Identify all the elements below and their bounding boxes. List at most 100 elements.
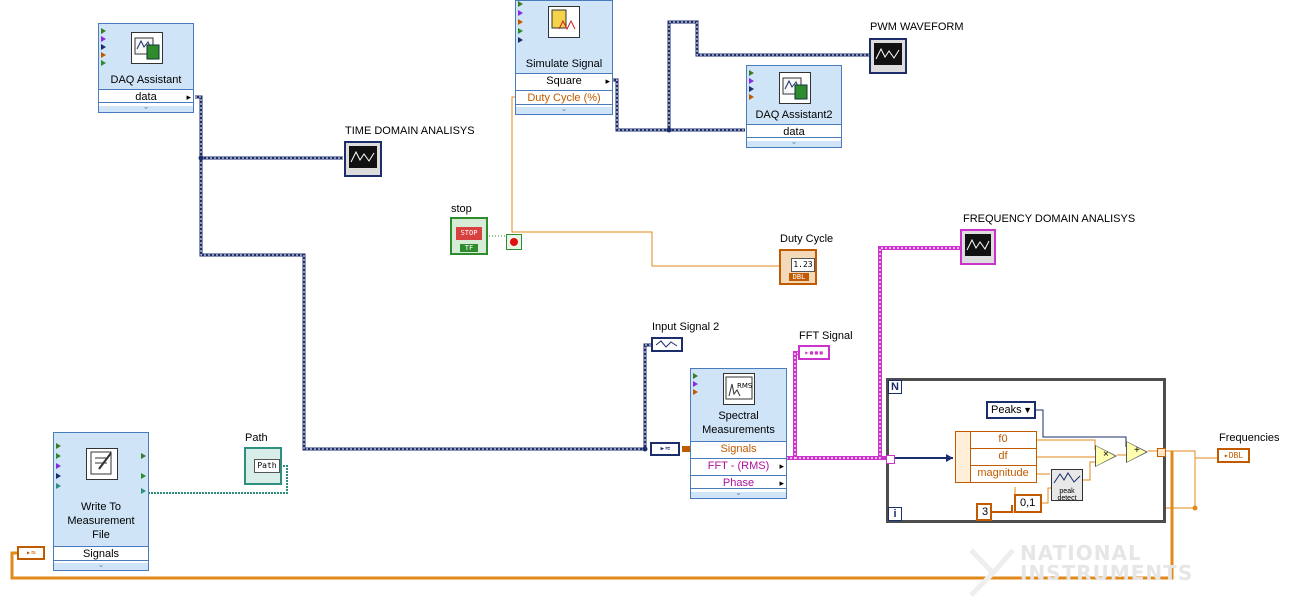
input-terminal[interactable] — [518, 10, 523, 16]
dynamic-conversion-node[interactable]: ▸≈ — [650, 442, 680, 456]
peaks-enum-value: Peaks — [991, 404, 1022, 416]
ni-watermark: NATIONAL INSTRUMENTS — [1020, 543, 1193, 583]
input-terminal[interactable] — [749, 78, 754, 84]
tf-tag: TF — [460, 244, 478, 252]
input-terminal[interactable] — [101, 36, 106, 42]
stop-label: stop — [451, 203, 472, 215]
node-title: DAQ Assistant2 — [755, 109, 833, 121]
time-domain-label: TIME DOMAIN ANALISYS — [345, 125, 475, 137]
path-label: Path — [245, 432, 268, 444]
input-terminal[interactable] — [749, 70, 754, 76]
signal-type-row[interactable]: Square — [516, 73, 612, 90]
input-terminal[interactable] — [693, 389, 698, 395]
signals-input[interactable]: Signals — [691, 441, 786, 458]
node-title: DAQ Assistant — [110, 74, 182, 86]
input-terminal[interactable] — [101, 28, 106, 34]
fft-signal-indicator[interactable]: ▸▪▪▪ — [798, 345, 830, 360]
input-terminal[interactable] — [56, 463, 61, 469]
input-terminal[interactable] — [56, 453, 61, 459]
duty-cycle-control[interactable]: 1.23 DBL — [779, 249, 817, 285]
multiply-node[interactable]: × — [1095, 445, 1117, 467]
path-display: Path — [254, 459, 280, 473]
daq-icon — [779, 72, 811, 104]
loop-count-terminal[interactable]: N — [888, 380, 902, 394]
cluster-field: df — [970, 449, 1036, 466]
dropdown-arrow-icon: ▼ — [1023, 405, 1032, 415]
multiply-icon: × — [1103, 449, 1109, 460]
input-signal-indicator[interactable] — [651, 337, 683, 352]
input-terminal[interactable] — [693, 373, 698, 379]
frequency-domain-label: FREQUENCY DOMAIN ANALISYS — [963, 213, 1136, 225]
add-node[interactable]: + — [1126, 441, 1148, 463]
input-terminal[interactable] — [56, 483, 61, 489]
pwm-waveform-label: PWM WAVEFORM — [870, 21, 964, 33]
pwm-graph-icon[interactable] — [869, 38, 907, 74]
frequencies-label: Frequencies — [1219, 432, 1280, 444]
input-terminal[interactable] — [101, 60, 106, 66]
input-terminal[interactable] — [518, 19, 523, 25]
threshold-constant[interactable]: 0,1 — [1014, 494, 1042, 513]
peaks-enum-constant[interactable]: Peaks ▼ — [986, 401, 1036, 419]
stop-button-icon: STOP — [456, 227, 482, 240]
output-tunnel — [682, 446, 690, 452]
input-terminal[interactable] — [749, 86, 754, 92]
frequency-domain-graph-icon[interactable] — [960, 229, 996, 265]
input-signal-label: Input Signal 2 — [652, 321, 720, 333]
path-control[interactable]: Path — [244, 447, 282, 485]
loop-iteration-terminal: i — [888, 507, 902, 521]
fft-signal-label: FFT Signal — [799, 330, 853, 342]
expand-handle[interactable]: ⌄ — [54, 560, 148, 570]
watermark-line1: NATIONAL — [1020, 541, 1142, 565]
ni-logo-icon — [969, 548, 1015, 597]
input-terminal[interactable] — [518, 37, 523, 43]
peak-detect-node[interactable]: peak detect — [1051, 469, 1083, 502]
input-terminal[interactable] — [101, 44, 106, 50]
simulate-signal-node[interactable]: Simulate Signal Square Duty Cycle (%) ⌄ — [515, 0, 613, 115]
peak-info-unbundle[interactable]: f0 df magnitude — [955, 431, 1037, 483]
node-title: Write To Measurement File — [67, 501, 135, 541]
expand-handle[interactable]: ⌄ — [516, 104, 612, 114]
input-terminal[interactable] — [518, 28, 523, 34]
spectral-icon: RMS — [723, 373, 755, 405]
node-title: Spectral Measurements — [702, 410, 775, 436]
rms-icon-text: RMS — [737, 382, 753, 390]
constant-three[interactable]: 3 — [976, 503, 992, 521]
duty-cycle-label: Duty Cycle — [780, 233, 834, 245]
output-terminal[interactable] — [141, 488, 146, 494]
output-terminal[interactable] — [141, 473, 146, 479]
dbl-tag: DBL — [789, 273, 809, 281]
input-terminal[interactable] — [56, 473, 61, 479]
input-tunnel — [886, 455, 895, 464]
simulate-signal-icon — [548, 6, 580, 38]
cluster-field: magnitude — [977, 467, 1029, 479]
expand-handle[interactable]: ⌄ — [691, 488, 786, 498]
output-terminal[interactable] — [141, 453, 146, 459]
input-terminal[interactable] — [749, 94, 754, 100]
cluster-field: f0 — [970, 432, 1036, 449]
signal-terminal[interactable]: ▸≈ — [17, 546, 45, 560]
frequencies-indicator[interactable]: ▸DBL — [1217, 448, 1250, 463]
write-to-measurement-file-node[interactable]: Write To Measurement File Signals ⌄ — [53, 432, 149, 571]
input-terminal[interactable] — [56, 443, 61, 449]
daq-assistant2-node[interactable]: DAQ Assistant2 data ⌄ — [746, 65, 842, 148]
input-terminal[interactable] — [693, 381, 698, 387]
daq-icon — [131, 32, 163, 64]
expand-handle[interactable]: ⌄ — [747, 137, 841, 147]
stop-terminal[interactable]: STOP TF — [450, 217, 488, 255]
write-file-icon — [86, 448, 118, 480]
watermark-line2: INSTRUMENTS — [1020, 561, 1194, 585]
numeric-display: 1.23 — [791, 258, 815, 272]
stop-condition-icon[interactable] — [506, 234, 522, 250]
dbl-tag: DBL — [1228, 451, 1244, 460]
input-terminal[interactable] — [518, 1, 523, 7]
node-title: Simulate Signal — [525, 58, 603, 70]
add-icon: + — [1134, 445, 1140, 456]
peak-detect-label: peak detect — [1057, 488, 1077, 502]
output-tunnel — [1157, 448, 1166, 457]
daq-assistant-node[interactable]: DAQ Assistant data ⌄ — [98, 23, 194, 113]
fft-rms-output[interactable]: FFT - (RMS) — [691, 458, 786, 475]
time-domain-graph-icon[interactable] — [344, 141, 382, 177]
input-terminal[interactable] — [101, 52, 106, 58]
expand-handle[interactable]: ⌄ — [99, 102, 193, 112]
spectral-measurements-node[interactable]: RMS Spectral Measurements Signals FFT - … — [690, 368, 787, 499]
